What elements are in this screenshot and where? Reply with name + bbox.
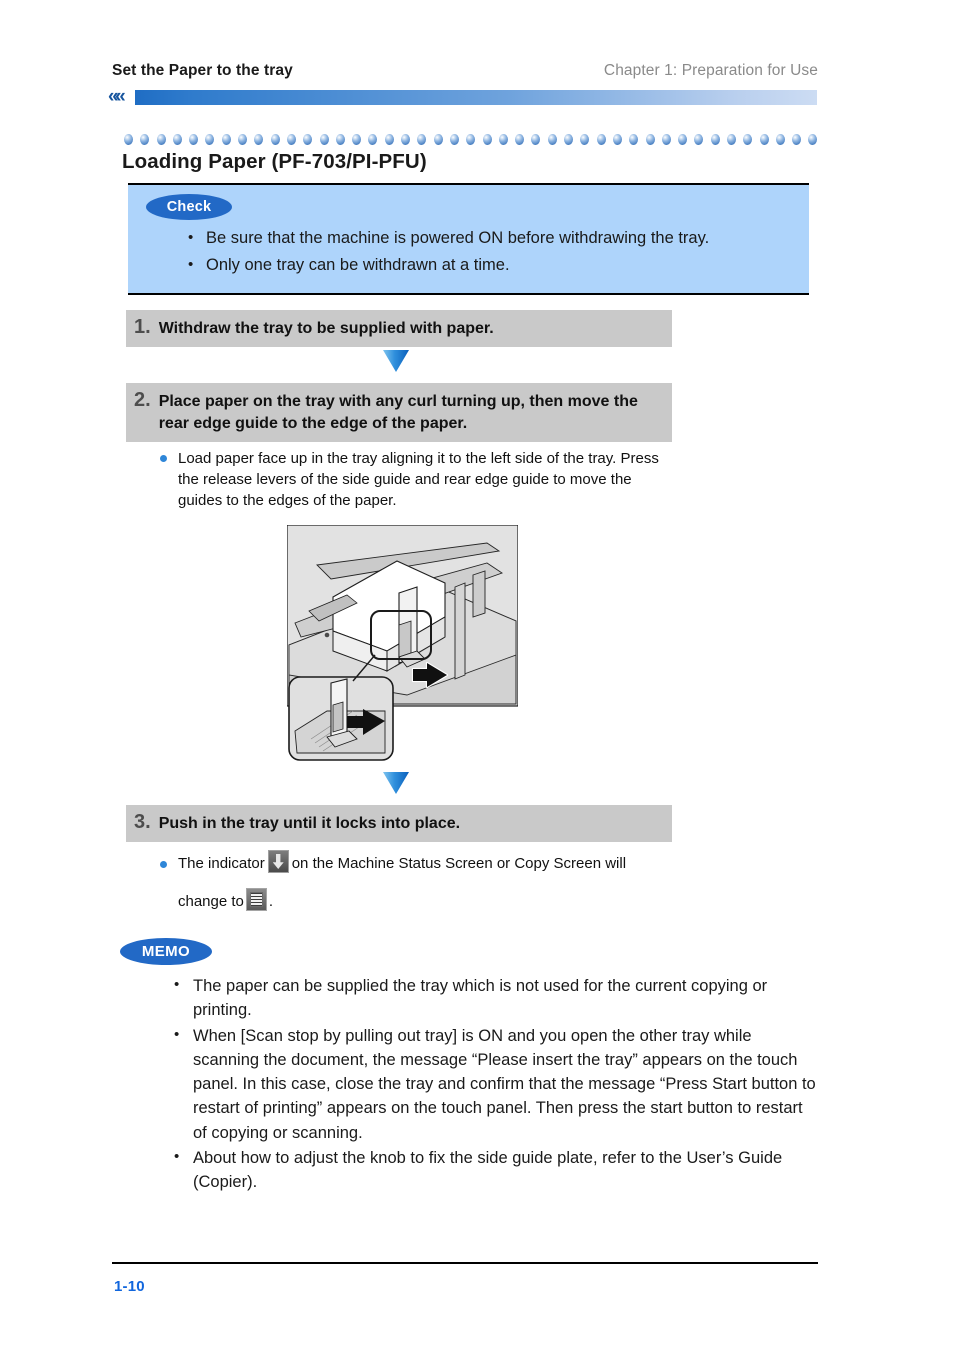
dot-icon [205, 134, 215, 145]
step-number: 1. [134, 316, 151, 338]
dot-icon [808, 134, 818, 145]
check-items: Be sure that the machine is powered ON b… [128, 226, 809, 277]
dot-icon [515, 134, 525, 145]
callout-bottom-rule [128, 293, 809, 295]
dot-icon [580, 134, 590, 145]
dot-icon [629, 134, 639, 145]
check-badge: Check [146, 194, 232, 220]
dot-icon [449, 134, 459, 145]
list-item: About how to adjust the knob to fix the … [170, 1145, 820, 1195]
step2-note: Load paper face up in the tray aligning … [160, 448, 670, 511]
step-bar-1: 1. Withdraw the tray to be supplied with… [126, 310, 672, 347]
chevron-left-icon: «« [108, 86, 126, 107]
dot-icon [498, 134, 508, 145]
dot-icon [140, 134, 150, 145]
dot-icon [221, 134, 231, 145]
footer-rule [112, 1262, 818, 1264]
dot-icon [743, 134, 753, 145]
dot-icon [759, 134, 769, 145]
dot-icon [792, 134, 802, 145]
dot-icon [368, 134, 378, 145]
running-head-left: Set the Paper to the tray [112, 62, 293, 79]
dot-icon [189, 134, 199, 145]
dot-icon [531, 134, 541, 145]
arrow-down-icon [383, 772, 409, 794]
step-number: 2. [134, 389, 151, 411]
dot-icon [124, 134, 133, 145]
dot-icon [612, 134, 622, 145]
dot-icon [270, 134, 280, 145]
list-item: When [Scan stop by pulling out tray] is … [170, 1023, 820, 1145]
dot-icon [172, 134, 182, 145]
step-bar-2: 2. Place paper on the tray with any curl… [126, 383, 672, 442]
bullet-dot-icon [160, 861, 167, 868]
dot-icon [564, 134, 574, 145]
tray-loaded-indicator-icon [245, 888, 267, 911]
page-number: 1-10 [114, 1278, 145, 1295]
step3-note-part2: on the Machine Status Screen or Copy Scr… [291, 855, 627, 872]
list-item: Be sure that the machine is powered ON b… [184, 226, 809, 250]
step-text: Withdraw the tray to be supplied with pa… [158, 320, 494, 337]
dot-icon [678, 134, 688, 145]
dot-icon [335, 134, 345, 145]
dot-icon [466, 134, 476, 145]
dot-icon [384, 134, 394, 145]
dot-icon [482, 134, 492, 145]
step-text: Place paper on the tray with any curl tu… [158, 393, 638, 432]
memo-badge: MEMO [120, 938, 212, 965]
step-bar-3: 3. Push in the tray until it locks into … [126, 805, 672, 842]
memo-callout: MEMO The paper can be supplied the tray … [120, 938, 820, 1196]
dot-icon [433, 134, 443, 145]
step3-note-part3: change to [178, 893, 244, 910]
dot-icon [547, 134, 557, 145]
step3-note: The indicator on the Machine Status Scree… [160, 845, 680, 921]
dot-icon [694, 134, 704, 145]
dot-icon [775, 134, 785, 145]
step3-note-part4: . [268, 893, 274, 910]
dot-icon [352, 134, 362, 145]
dot-icon [303, 134, 313, 145]
memo-items: The paper can be supplied the tray which… [120, 973, 820, 1195]
paper-tray-loading-illustration [286, 524, 519, 762]
dot-icon [645, 134, 655, 145]
dot-icon [661, 134, 671, 145]
dot-icon [726, 134, 736, 145]
check-callout-body: Check Be sure that the machine is powere… [128, 185, 809, 293]
bullet-dot-icon [160, 455, 167, 462]
list-item: Only one tray can be withdrawn at a time… [184, 253, 809, 277]
check-callout: Check Be sure that the machine is powere… [128, 183, 809, 295]
arrow-down-icon [383, 350, 409, 372]
dot-icon [238, 134, 248, 145]
dot-icon [254, 134, 264, 145]
running-head: Set the Paper to the tray Chapter 1: Pre… [112, 62, 818, 80]
running-head-right: Chapter 1: Preparation for Use [603, 62, 818, 79]
dot-icon [319, 134, 329, 145]
step3-note-part1: The indicator [178, 855, 265, 872]
dot-icon [417, 134, 427, 145]
manual-page: Set the Paper to the tray Chapter 1: Pre… [0, 0, 954, 1351]
dotted-rule [124, 134, 818, 145]
dot-icon [286, 134, 296, 145]
step-number: 3. [134, 811, 151, 833]
list-item: The paper can be supplied the tray which… [170, 973, 820, 1023]
step-text: Push in the tray until it locks into pla… [158, 815, 461, 832]
tray-empty-indicator-icon [267, 850, 289, 873]
dot-icon [596, 134, 606, 145]
dot-icon [401, 134, 411, 145]
header-gradient-band [135, 90, 817, 105]
dot-icon [156, 134, 166, 145]
dot-icon [710, 134, 720, 145]
page-title: Loading Paper (PF-703/PI-PFU) [122, 150, 427, 173]
